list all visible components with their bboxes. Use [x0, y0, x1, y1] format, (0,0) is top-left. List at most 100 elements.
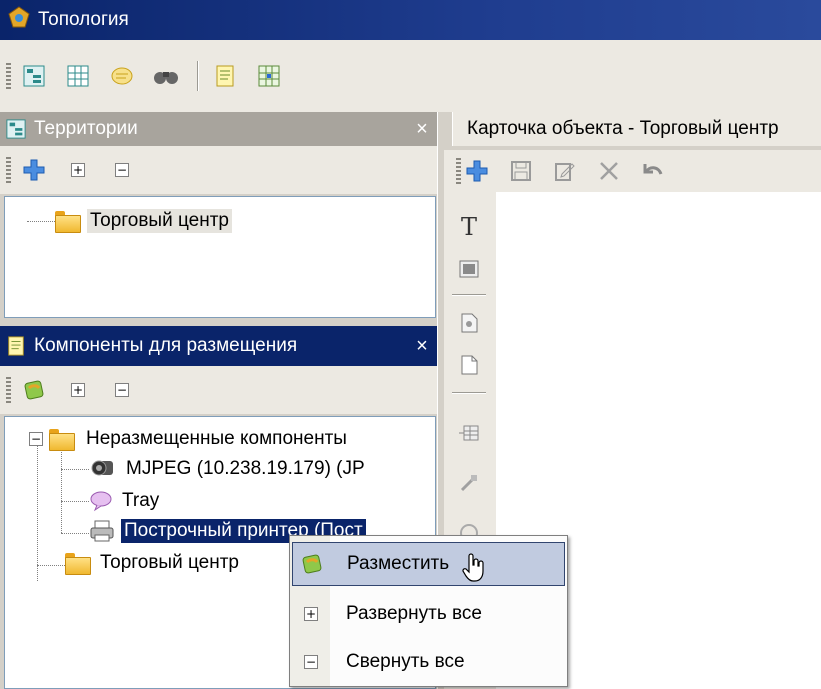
collapse-icon: −	[115, 383, 129, 397]
place-icon	[293, 552, 331, 576]
menu-item-place[interactable]: Разместить	[292, 542, 565, 586]
components-toolbar: + −	[0, 366, 437, 414]
binoculars-button[interactable]	[149, 59, 183, 93]
toolbar-grip[interactable]	[6, 157, 11, 183]
folder-icon	[65, 553, 91, 575]
context-menu: Разместить + Развернуть все − Свернуть в…	[289, 535, 568, 687]
territories-panel-header: Территории ×	[0, 112, 437, 146]
tree-line	[61, 447, 62, 533]
territories-tree: Торговый центр	[4, 196, 436, 318]
image-icon	[459, 260, 479, 278]
image-tool-button[interactable]	[454, 254, 484, 284]
page-tool-button[interactable]	[454, 308, 484, 338]
blank-page-icon	[461, 355, 478, 375]
link-icon	[460, 475, 477, 492]
table-tool-button[interactable]	[454, 418, 484, 448]
components-panel-header: Компоненты для размещения ×	[0, 326, 437, 366]
expand-all-button[interactable]: +	[61, 373, 95, 407]
grid-icon	[67, 65, 89, 87]
toolbar-separator	[197, 61, 198, 91]
tree-node-camera[interactable]: MJPEG (10.238.19.179) (JP	[89, 457, 368, 481]
page-icon	[461, 313, 478, 333]
collapse-all-button[interactable]: −	[105, 153, 139, 187]
expand-icon: +	[304, 607, 318, 621]
table-icon	[459, 425, 479, 441]
matrix-button[interactable]	[252, 59, 286, 93]
add-icon	[23, 159, 45, 181]
save-button[interactable]	[504, 154, 538, 188]
notes-button[interactable]	[105, 59, 139, 93]
folder-icon	[55, 211, 81, 233]
tab-label: Карточка объекта - Торговый центр	[467, 118, 779, 139]
save-icon	[511, 161, 531, 181]
camera-icon	[91, 460, 113, 476]
main-toolbar	[0, 40, 821, 112]
delete-icon	[600, 162, 618, 180]
territories-toolbar: + −	[0, 146, 437, 194]
close-icon[interactable]: ×	[407, 335, 437, 358]
tree-line	[61, 469, 89, 470]
document-icon	[216, 65, 234, 87]
printer-icon	[90, 520, 114, 542]
place-icon	[24, 380, 44, 400]
speech-bubble-icon	[90, 491, 112, 512]
tree-node-trade-center[interactable]: Торговый центр	[65, 551, 242, 575]
tree-node-trade-center[interactable]: Торговый центр	[55, 209, 232, 233]
toolbar-grip[interactable]	[6, 63, 11, 89]
menu-item-label: Развернуть все	[346, 603, 482, 624]
tree-node-label: Неразмещенные компоненты	[86, 428, 347, 449]
menu-item-collapse-all[interactable]: − Свернуть все	[292, 640, 565, 684]
tree-node-unplaced[interactable]: − Неразмещенные компоненты	[29, 427, 350, 451]
delete-button[interactable]	[592, 154, 626, 188]
undo-button[interactable]	[636, 154, 670, 188]
territories-panel-title: Территории	[34, 118, 138, 139]
blank-page-button[interactable]	[454, 350, 484, 380]
binoculars-icon	[154, 72, 178, 84]
tree-node-label: Торговый центр	[87, 209, 232, 233]
notes-icon	[111, 67, 133, 85]
hand-cursor-icon	[461, 553, 487, 589]
tree-line	[61, 533, 89, 534]
tree-node-label: Tray	[122, 490, 160, 511]
collapse-all-button[interactable]: −	[105, 373, 139, 407]
menu-item-label: Свернуть все	[346, 651, 465, 672]
menu-item-expand-all[interactable]: + Развернуть все	[292, 592, 565, 636]
territories-icon	[23, 65, 45, 87]
grid-button[interactable]	[61, 59, 95, 93]
app-icon	[8, 6, 30, 34]
territories-toggle-button[interactable]	[17, 59, 51, 93]
menu-item-label: Разместить	[347, 553, 450, 574]
components-panel-title: Компоненты для размещения	[34, 335, 298, 356]
add-icon	[466, 160, 488, 182]
edit-icon	[555, 163, 575, 181]
toolbar-separator	[452, 294, 486, 295]
text-tool-button[interactable]: T	[454, 212, 484, 242]
window-title: Топология	[38, 9, 129, 30]
tree-line	[37, 445, 38, 581]
tab-object-card[interactable]: Карточка объекта - Торговый центр	[452, 112, 821, 146]
territories-icon	[6, 119, 26, 139]
tree-line	[37, 565, 65, 566]
document-icon	[8, 336, 24, 356]
object-card-toolbar	[444, 150, 821, 192]
close-icon[interactable]: ×	[407, 118, 437, 141]
document-button[interactable]	[208, 59, 242, 93]
tree-node-label: MJPEG (10.238.19.179) (JP	[126, 458, 365, 479]
add-territory-button[interactable]	[17, 153, 51, 187]
expand-icon: +	[71, 383, 85, 397]
link-tool-button[interactable]	[454, 468, 484, 498]
collapse-icon: −	[115, 163, 129, 177]
window-title-bar: Топология	[0, 0, 821, 40]
add-button[interactable]	[460, 154, 494, 188]
collapse-icon[interactable]: −	[29, 432, 43, 446]
tree-line	[61, 501, 89, 502]
tree-node-tray[interactable]: Tray	[89, 489, 162, 513]
tree-node-label: Торговый центр	[100, 552, 239, 573]
expand-all-button[interactable]: +	[61, 153, 95, 187]
place-button[interactable]	[17, 373, 51, 407]
toolbar-grip[interactable]	[6, 377, 11, 403]
toolbar-separator	[452, 392, 486, 393]
tree-line	[27, 221, 55, 222]
collapse-icon: −	[304, 655, 318, 669]
edit-button[interactable]	[548, 154, 582, 188]
